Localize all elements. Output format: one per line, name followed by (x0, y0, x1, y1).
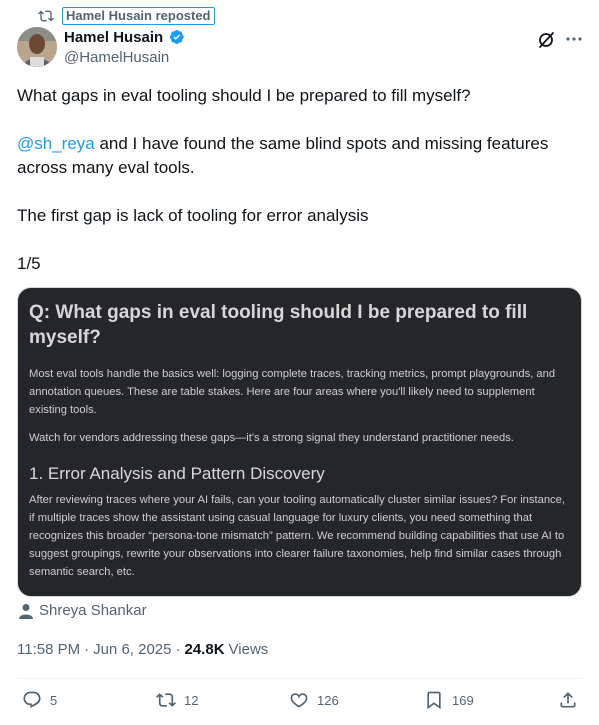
tweet-time[interactable]: 11:58 PM (17, 641, 80, 658)
repost-button[interactable]: 12 (156, 690, 198, 710)
avatar[interactable] (17, 27, 57, 67)
meta-separator: · (84, 641, 90, 658)
tweet-line-1: What gaps in eval tooling should I be pr… (17, 86, 471, 105)
tweet-line-4: 1/5 (17, 254, 41, 273)
tweet-line-2-rest: and I have found the same blind spots an… (17, 134, 549, 177)
tweet-date[interactable]: Jun 6, 2025 (93, 641, 171, 658)
repost-icon (38, 10, 54, 22)
tagged-user-name[interactable]: Shreya Shankar (39, 602, 147, 619)
repost-icon (156, 693, 176, 707)
bookmark-button[interactable]: 169 (424, 690, 474, 710)
media-heading: 1. Error Analysis and Pattern Discovery (29, 464, 325, 483)
like-count: 126 (317, 692, 339, 708)
repost-indicator: Hamel Husain reposted (38, 6, 215, 26)
mention-link[interactable]: @sh_reya (17, 134, 95, 153)
reply-icon (23, 691, 41, 709)
divider (17, 678, 582, 679)
author-name-row[interactable]: Hamel Husain (64, 28, 185, 46)
media-title: Q: What gaps in eval tooling should I be… (29, 302, 528, 348)
heart-icon (290, 693, 308, 708)
reply-button[interactable]: 5 (22, 690, 57, 710)
share-icon (560, 692, 576, 708)
tweet-media-image[interactable]: Q: What gaps in eval tooling should I be… (17, 287, 582, 597)
like-button[interactable]: 126 (289, 690, 339, 710)
bookmark-icon (427, 691, 441, 710)
media-paragraph-3: After reviewing traces where your AI fai… (29, 494, 565, 578)
views-count: 24.8K (184, 641, 225, 658)
avatar-image (17, 27, 57, 67)
tagged-user[interactable]: Shreya Shankar (19, 602, 147, 619)
more-options-icon[interactable] (565, 30, 583, 48)
reply-count: 5 (50, 692, 58, 708)
repost-label[interactable]: Hamel Husain reposted (62, 7, 215, 25)
repost-count: 12 (184, 692, 199, 708)
grok-icon[interactable] (536, 30, 556, 50)
media-content: Q: What gaps in eval tooling should I be… (29, 300, 569, 581)
media-paragraph-1: Most eval tools handle the basics well: … (29, 368, 556, 416)
media-paragraph-2: Watch for vendors addressing these gaps—… (29, 432, 514, 444)
meta-separator: · (175, 641, 181, 658)
tweet-line-2: @sh_reya and I have found the same blind… (17, 132, 577, 180)
tweet-meta: 11:58 PM · Jun 6, 2025 · 24.8K Views (17, 641, 268, 658)
share-button[interactable] (558, 690, 578, 710)
author-handle[interactable]: @HamelHusain (64, 49, 169, 66)
views-label: Views (228, 641, 269, 658)
tweet-line-3: The first gap is lack of tooling for err… (17, 206, 369, 225)
bookmark-count: 169 (452, 692, 474, 708)
tweet-text: What gaps in eval tooling should I be pr… (17, 84, 577, 300)
person-icon (19, 603, 33, 619)
display-name[interactable]: Hamel Husain (64, 29, 163, 46)
verified-badge-icon (167, 28, 185, 46)
